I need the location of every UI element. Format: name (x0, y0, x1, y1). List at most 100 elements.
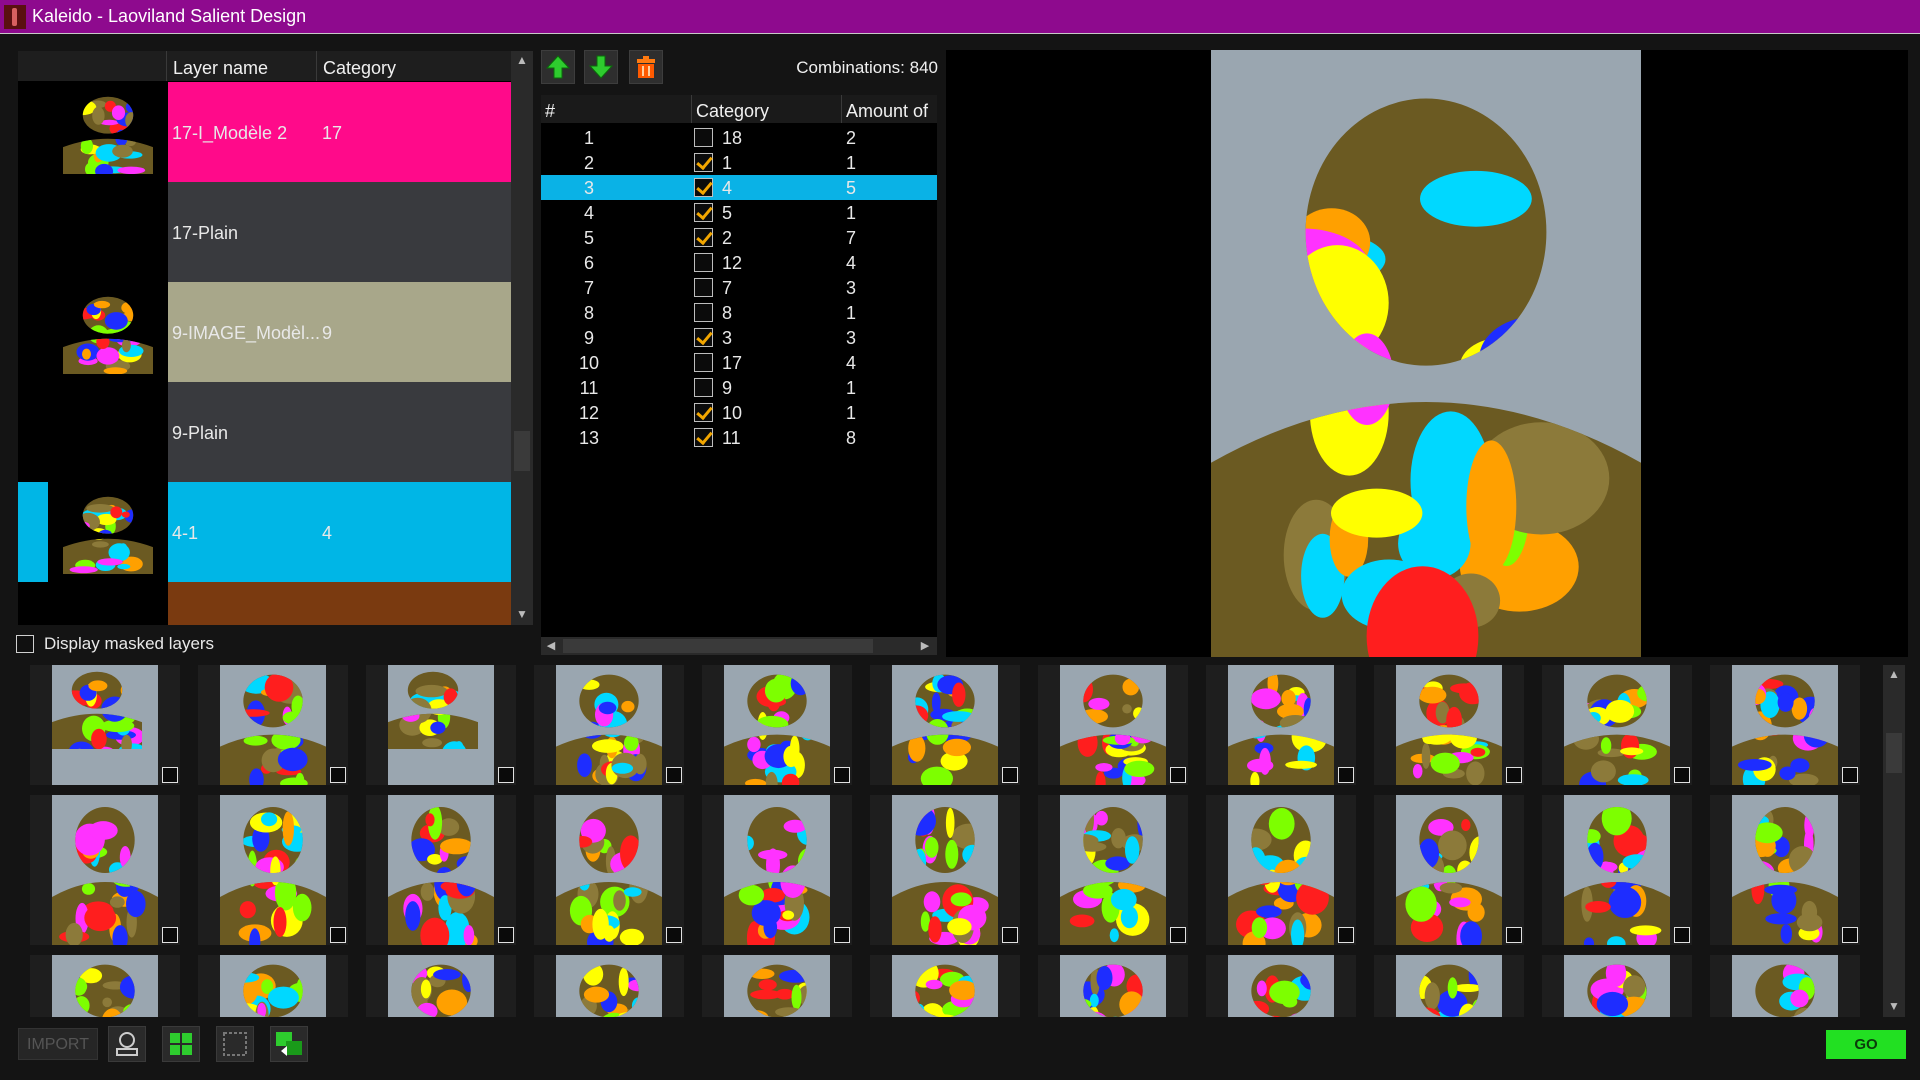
category-row[interactable]: 3 4 5 (541, 175, 937, 200)
layer-cell[interactable]: 17-Plain (168, 182, 511, 282)
category-row[interactable]: 13 11 8 (541, 425, 937, 450)
category-checkbox[interactable] (694, 253, 713, 272)
category-checkbox[interactable] (694, 303, 713, 322)
layer-row[interactable]: 4-1 4 (18, 482, 511, 582)
combination-checkbox[interactable] (1338, 927, 1354, 943)
combination-tile[interactable] (702, 665, 852, 785)
grid-scroll-down-arrow-icon[interactable]: ▼ (1884, 997, 1904, 1015)
scroll-right-arrow-icon[interactable]: ▶ (917, 637, 933, 655)
layer-cell[interactable] (168, 582, 511, 625)
combination-tile[interactable] (702, 795, 852, 945)
category-checkbox[interactable] (694, 278, 713, 297)
category-row[interactable]: 1 18 2 (541, 125, 937, 150)
category-checkbox[interactable] (694, 403, 713, 422)
combination-tile[interactable] (198, 955, 348, 1017)
layer-cell[interactable]: 9-Plain (168, 382, 511, 482)
combination-tile[interactable] (1374, 795, 1524, 945)
combination-checkbox[interactable] (162, 927, 178, 943)
category-checkbox[interactable] (694, 203, 713, 222)
combination-tile[interactable] (534, 795, 684, 945)
combination-checkbox[interactable] (498, 927, 514, 943)
layer-cell[interactable]: 17-I_Modèle 2 17 (168, 82, 511, 182)
combination-tile[interactable] (1710, 665, 1860, 785)
combination-checkbox[interactable] (834, 767, 850, 783)
combination-tile[interactable] (870, 665, 1020, 785)
category-checkbox[interactable] (694, 378, 713, 397)
category-checkbox[interactable] (694, 153, 713, 172)
category-checkbox[interactable] (694, 178, 713, 197)
select-all-button[interactable] (162, 1026, 200, 1062)
combination-tile[interactable] (30, 795, 180, 945)
move-up-button[interactable] (541, 50, 575, 84)
category-checkbox[interactable] (694, 128, 713, 147)
combination-checkbox[interactable] (330, 927, 346, 943)
scroll-up-arrow-icon[interactable]: ▲ (512, 51, 532, 69)
category-checkbox[interactable] (694, 228, 713, 247)
combination-checkbox[interactable] (1674, 767, 1690, 783)
category-row[interactable]: 9 3 3 (541, 325, 937, 350)
import-button[interactable]: IMPORT (18, 1028, 98, 1060)
combination-tile[interactable] (1206, 665, 1356, 785)
combination-checkbox[interactable] (1842, 927, 1858, 943)
combination-tile[interactable] (1710, 955, 1860, 1017)
grid-scrollbar[interactable]: ▲ ▼ (1883, 665, 1905, 1017)
category-checkbox[interactable] (694, 428, 713, 447)
combination-checkbox[interactable] (1170, 927, 1186, 943)
combination-tile[interactable] (1542, 665, 1692, 785)
move-down-button[interactable] (584, 50, 618, 84)
layer-cell[interactable]: 9-IMAGE_Modèl... 9 (168, 282, 511, 382)
category-row[interactable]: 7 7 3 (541, 275, 937, 300)
category-row[interactable]: 10 17 4 (541, 350, 937, 375)
category-row[interactable]: 8 8 1 (541, 300, 937, 325)
combination-tile[interactable] (366, 665, 516, 785)
combination-checkbox[interactable] (1506, 927, 1522, 943)
num-header[interactable]: # (541, 95, 691, 123)
combination-checkbox[interactable] (666, 927, 682, 943)
layer-row[interactable]: 9-Plain (18, 382, 511, 482)
combination-tile[interactable] (1542, 795, 1692, 945)
combination-checkbox[interactable] (162, 767, 178, 783)
category-checkbox[interactable] (694, 353, 713, 372)
category-header[interactable]: Category (691, 95, 841, 123)
combination-tile[interactable] (198, 665, 348, 785)
layers-scrollbar[interactable]: ▲ ▼ (511, 51, 533, 625)
combination-tile[interactable] (1038, 795, 1188, 945)
combination-checkbox[interactable] (1170, 767, 1186, 783)
combination-checkbox[interactable] (1674, 927, 1690, 943)
combination-tile[interactable] (1374, 665, 1524, 785)
combination-checkbox[interactable] (498, 767, 514, 783)
layer-row[interactable]: 9-IMAGE_Modèl... 9 (18, 282, 511, 382)
scroll-left-arrow-icon[interactable]: ◀ (543, 637, 559, 655)
combination-tile[interactable] (30, 955, 180, 1017)
category-checkbox[interactable] (694, 328, 713, 347)
combination-checkbox[interactable] (1338, 767, 1354, 783)
go-button[interactable]: GO (1826, 1030, 1906, 1059)
combination-checkbox[interactable] (1506, 767, 1522, 783)
combination-tile[interactable] (1542, 955, 1692, 1017)
combination-tile[interactable] (702, 955, 852, 1017)
combination-checkbox[interactable] (1842, 767, 1858, 783)
combination-tile[interactable] (870, 795, 1020, 945)
category-row[interactable]: 2 1 1 (541, 150, 937, 175)
layer-row[interactable] (18, 582, 511, 625)
combination-tile[interactable] (198, 795, 348, 945)
combination-tile[interactable] (1206, 955, 1356, 1017)
combination-checkbox[interactable] (330, 767, 346, 783)
layer-row[interactable]: 17-I_Modèle 2 17 (18, 82, 511, 182)
combination-tile[interactable] (1038, 665, 1188, 785)
combination-tile[interactable] (1038, 955, 1188, 1017)
combination-tile[interactable] (534, 665, 684, 785)
layer-cell[interactable]: 4-1 4 (168, 482, 511, 582)
combination-tile[interactable] (366, 795, 516, 945)
display-masked-toggle[interactable]: Display masked layers (16, 634, 214, 654)
combination-checkbox[interactable] (1002, 767, 1018, 783)
layer-category-header[interactable]: Category (316, 51, 511, 81)
categories-hscrollbar[interactable]: ◀ ▶ (541, 637, 937, 655)
category-row[interactable]: 5 2 7 (541, 225, 937, 250)
combination-tile[interactable] (870, 955, 1020, 1017)
delete-category-button[interactable] (629, 50, 663, 84)
combination-tile[interactable] (1206, 795, 1356, 945)
scroll-down-arrow-icon[interactable]: ▼ (512, 605, 532, 623)
combination-checkbox[interactable] (666, 767, 682, 783)
grid-scroll-thumb[interactable] (1886, 733, 1902, 773)
